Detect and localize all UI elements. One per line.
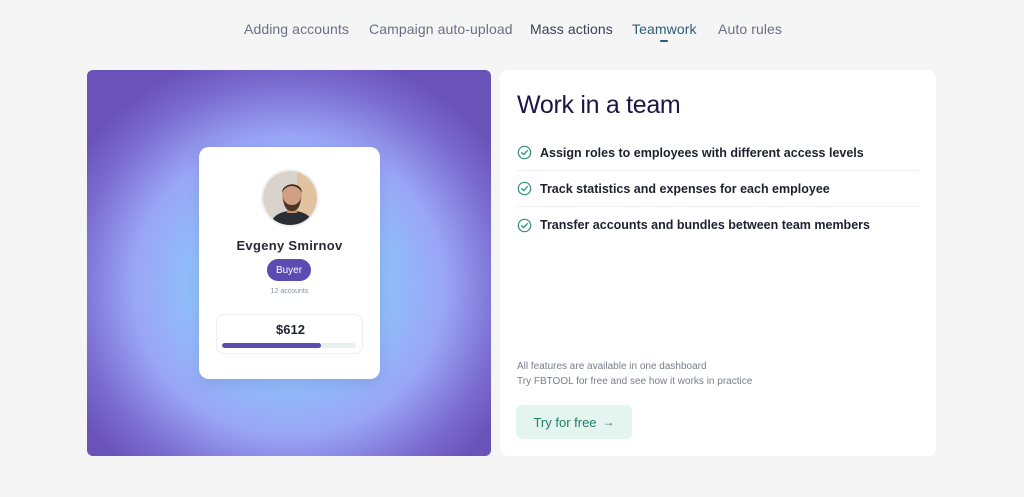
feature-item: Assign roles to employees with different…: [517, 135, 919, 171]
person-photo-icon: [263, 171, 317, 225]
check-circle-icon: [517, 181, 532, 196]
footnote: All features are available in one dashbo…: [517, 359, 752, 389]
tab-teamwork[interactable]: Teamwork: [632, 21, 697, 42]
content-panel: Work in a team Assign roles to employees…: [500, 70, 936, 456]
spend-box: $612: [216, 314, 363, 354]
check-circle-icon: [517, 218, 532, 232]
illustration-panel: Evgeny Smirnov Buyer 12 accounts $612: [87, 70, 491, 456]
feature-text: Assign roles to employees with different…: [540, 145, 864, 160]
feature-item: Track statistics and expenses for each e…: [517, 171, 919, 207]
spend-progress-fill: [222, 343, 322, 348]
footnote-line-2: Try FBTOOL for free and see how it works…: [517, 376, 753, 387]
tab-teamwork-label: Teamwork: [632, 21, 697, 37]
tab-adding-accounts[interactable]: Adding accounts: [244, 21, 349, 37]
try-for-free-button[interactable]: Try for free →: [516, 405, 632, 439]
person-name: Evgeny Smirnov: [236, 238, 343, 253]
feature-item: Transfer accounts and bundles between te…: [517, 207, 919, 243]
feature-tabs: Adding accounts Campaign auto-upload Mas…: [0, 0, 1024, 60]
spend-amount: $612: [276, 322, 305, 337]
profile-card: Evgeny Smirnov Buyer 12 accounts $612: [199, 147, 380, 379]
role-badge: Buyer: [267, 259, 311, 281]
tab-campaign-auto-upload[interactable]: Campaign auto-upload: [369, 21, 513, 37]
spend-progress-track: [222, 343, 356, 348]
panel-title: Work in a team: [517, 91, 681, 119]
active-tab-indicator: [660, 40, 669, 42]
cta-label: Try for free: [533, 414, 597, 430]
arrow-right-icon: →: [602, 415, 615, 429]
check-circle-icon: [517, 145, 532, 160]
accounts-count: 12 accounts: [270, 288, 309, 295]
feature-list: Assign roles to employees with different…: [517, 135, 919, 243]
tab-auto-rules[interactable]: Auto rules: [718, 21, 782, 37]
tab-mass-actions[interactable]: Mass actions: [530, 21, 613, 37]
feature-text: Track statistics and expenses for each e…: [540, 181, 830, 196]
avatar: [261, 169, 319, 227]
feature-text: Transfer accounts and bundles between te…: [540, 218, 870, 232]
footnote-line-1: All features are available in one dashbo…: [517, 361, 707, 372]
